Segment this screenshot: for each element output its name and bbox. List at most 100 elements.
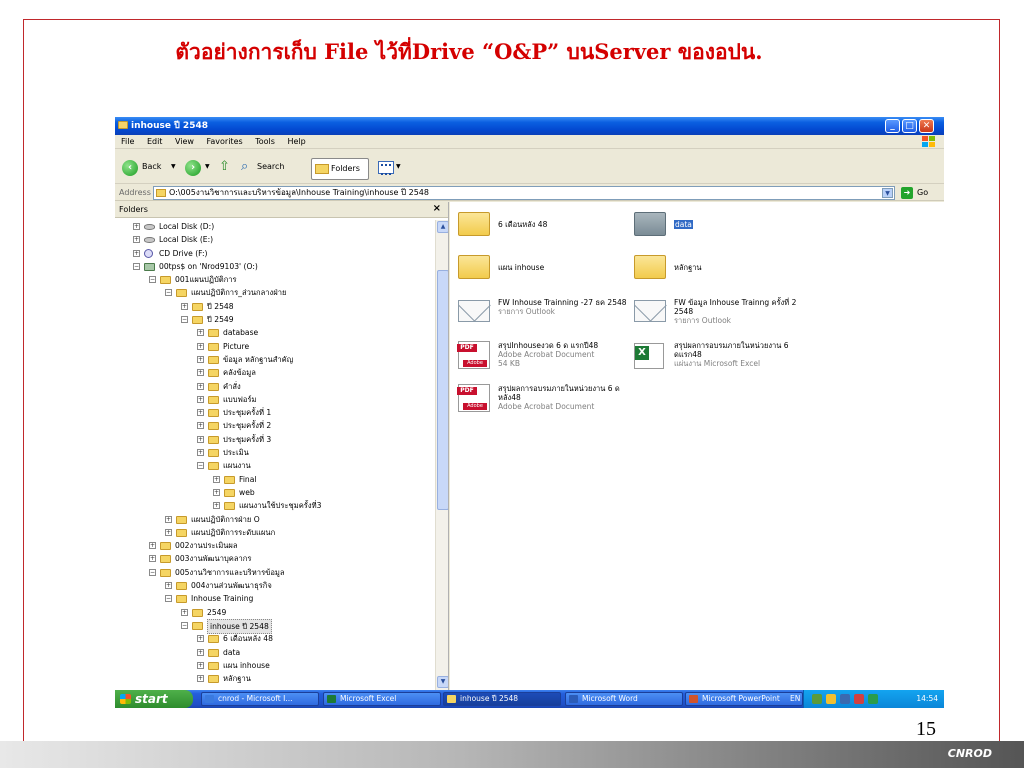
- taskbar-button[interactable]: cnrod - Microsoft I...: [201, 692, 319, 706]
- scroll-up-icon[interactable]: ▲: [437, 221, 448, 233]
- tree-item[interactable]: + ประชุมครั้งที่ 2: [115, 419, 435, 432]
- expand-icon[interactable]: +: [165, 582, 172, 590]
- tree-item[interactable]: + ประชุมครั้งที่ 1: [115, 406, 435, 419]
- expand-icon[interactable]: +: [197, 409, 204, 417]
- search-icon[interactable]: ⌕: [241, 158, 248, 176]
- minimize-button[interactable]: _: [885, 119, 900, 133]
- antivirus-icon[interactable]: [854, 694, 864, 704]
- menu-tools[interactable]: Tools: [255, 135, 275, 149]
- security-icon[interactable]: [868, 694, 878, 704]
- network-icon[interactable]: [812, 694, 822, 704]
- scroll-down-icon[interactable]: ▼: [437, 676, 448, 688]
- collapse-icon[interactable]: −: [181, 621, 188, 629]
- tree-item[interactable]: − แผนงาน: [115, 459, 435, 472]
- tree-item[interactable]: + database: [115, 326, 435, 339]
- scrollbar-thumb[interactable]: [437, 270, 448, 510]
- expand-icon[interactable]: +: [133, 236, 140, 244]
- tree-item[interactable]: + web: [115, 486, 435, 499]
- tree-item[interactable]: + ข้อมูล หลักฐานสำคัญ: [115, 353, 435, 366]
- tree-item[interactable]: + คำสั่ง: [115, 380, 435, 393]
- tree-item[interactable]: +003งานพัฒนาบุคลากร: [115, 552, 435, 565]
- close-button[interactable]: ✕: [919, 119, 934, 133]
- menu-help[interactable]: Help: [287, 135, 305, 149]
- tree-item[interactable]: + ปี 2548: [115, 300, 435, 313]
- collapse-icon[interactable]: −: [149, 276, 156, 284]
- collapse-icon[interactable]: −: [197, 462, 204, 470]
- address-input[interactable]: O:\005งานวิชาการและบริหารข้อมูล\Inhouse …: [153, 186, 895, 200]
- file-item[interactable]: PDF Adobe สรุปInhouseงวด 6 ด แรกปี48 Adobe …: [457, 341, 638, 377]
- close-icon[interactable]: ×: [433, 202, 441, 217]
- expand-icon[interactable]: +: [197, 329, 204, 337]
- tree-item[interactable]: − 00tps$ on 'Nrod9103' (O:): [115, 260, 435, 273]
- chevron-down-icon[interactable]: ▼: [882, 188, 893, 198]
- views-icon[interactable]: [378, 161, 394, 175]
- expand-icon[interactable]: +: [133, 249, 140, 257]
- tree-item[interactable]: − Inhouse Training: [115, 592, 435, 605]
- tree-item[interactable]: + Picture: [115, 340, 435, 353]
- tree-item[interactable]: +004งานส่วนพัฒนาธุรกิจ: [115, 579, 435, 592]
- back-button[interactable]: Back: [142, 158, 161, 176]
- collapse-icon[interactable]: −: [149, 568, 156, 576]
- window-titlebar[interactable]: inhouse ปี 2548 _ □ ✕: [115, 117, 944, 135]
- expand-icon[interactable]: +: [181, 608, 188, 616]
- expand-icon[interactable]: +: [197, 648, 204, 656]
- messenger-icon[interactable]: [840, 694, 850, 704]
- expand-icon[interactable]: +: [165, 515, 172, 523]
- tree-item[interactable]: + แผนปฏิบัติการฝ่าย O: [115, 513, 435, 526]
- file-item[interactable]: 6 เดือนหลัง 48: [458, 212, 638, 248]
- expand-icon[interactable]: +: [165, 528, 172, 536]
- expand-icon[interactable]: +: [133, 223, 140, 230]
- expand-icon[interactable]: +: [213, 488, 220, 496]
- collapse-icon[interactable]: −: [165, 595, 172, 603]
- tree-item[interactable]: − 001แผนปฏิบัติการ: [115, 273, 435, 286]
- expand-icon[interactable]: +: [149, 555, 156, 563]
- tree-item[interactable]: − แผนปฏิบัติการ_ส่วนกลางฝ่าย: [115, 286, 435, 299]
- expand-icon[interactable]: +: [197, 382, 204, 390]
- expand-icon[interactable]: +: [197, 449, 204, 457]
- file-item[interactable]: X สรุปผลการอบรมภายในหน่วยงาน 6 ดแรก48 แผ่น…: [634, 341, 814, 377]
- expand-icon[interactable]: +: [197, 675, 204, 683]
- expand-icon[interactable]: +: [197, 422, 204, 430]
- tree-item[interactable]: − 005งานวิชาการและบริหารข้อมูล: [115, 566, 435, 579]
- file-item[interactable]: แผน inhouse: [458, 255, 638, 291]
- back-dropdown-icon[interactable]: ▼: [171, 158, 176, 176]
- menu-file[interactable]: File: [121, 135, 134, 149]
- collapse-icon[interactable]: −: [165, 289, 172, 297]
- tree-scrollbar[interactable]: ▲ ▼: [435, 220, 448, 690]
- tree-item[interactable]: + CD Drive (F:): [115, 247, 435, 260]
- expand-icon[interactable]: +: [181, 302, 188, 310]
- tree-item[interactable]: − ปี 2549: [115, 313, 435, 326]
- expand-icon[interactable]: +: [197, 635, 204, 643]
- tree-item[interactable]: +6 เดือนหลัง 48: [115, 632, 435, 645]
- views-dropdown-icon[interactable]: ▼: [396, 158, 401, 176]
- folders-button[interactable]: Folders: [311, 158, 369, 180]
- tree-item[interactable]: + Final: [115, 473, 435, 486]
- tree-item[interactable]: + แบบฟอร์ม: [115, 393, 435, 406]
- collapse-icon[interactable]: −: [181, 316, 188, 324]
- menu-edit[interactable]: Edit: [147, 135, 163, 149]
- search-button[interactable]: Search: [257, 158, 284, 176]
- taskbar-button[interactable]: inhouse ปี 2548: [443, 692, 561, 706]
- file-item[interactable]: PDF Adobe สรุปผลการอบรมภายในหน่วยงาน 6 ดหล…: [457, 384, 638, 420]
- taskbar-button[interactable]: Microsoft PowerPoint: [685, 692, 803, 706]
- expand-icon[interactable]: +: [197, 342, 204, 350]
- tree-item[interactable]: + แผนงานใช้ประชุมครั้งที่3: [115, 499, 435, 512]
- tree-item[interactable]: + แผน inhouse: [115, 659, 435, 672]
- taskbar-button[interactable]: Microsoft Excel: [323, 692, 441, 706]
- tree-item[interactable]: + ประชุมครั้งที่ 3: [115, 433, 435, 446]
- expand-icon[interactable]: +: [197, 435, 204, 443]
- expand-icon[interactable]: +: [197, 355, 204, 363]
- expand-icon[interactable]: +: [197, 661, 204, 669]
- tree-item[interactable]: +002งานประเมินผล: [115, 539, 435, 552]
- expand-icon[interactable]: +: [149, 542, 156, 550]
- tree-item[interactable]: + หลักฐาน: [115, 672, 435, 685]
- taskbar-button[interactable]: Microsoft Word: [565, 692, 683, 706]
- tree-item[interactable]: − inhouse ปี 2548: [115, 618, 435, 634]
- go-button[interactable]: Go: [917, 188, 928, 197]
- expand-icon[interactable]: +: [213, 502, 220, 510]
- tree-item[interactable]: + data: [115, 646, 435, 659]
- language-indicator[interactable]: EN: [790, 690, 800, 708]
- collapse-icon[interactable]: −: [133, 262, 140, 270]
- up-folder-icon[interactable]: ⇧: [219, 158, 230, 176]
- expand-icon[interactable]: +: [213, 475, 220, 483]
